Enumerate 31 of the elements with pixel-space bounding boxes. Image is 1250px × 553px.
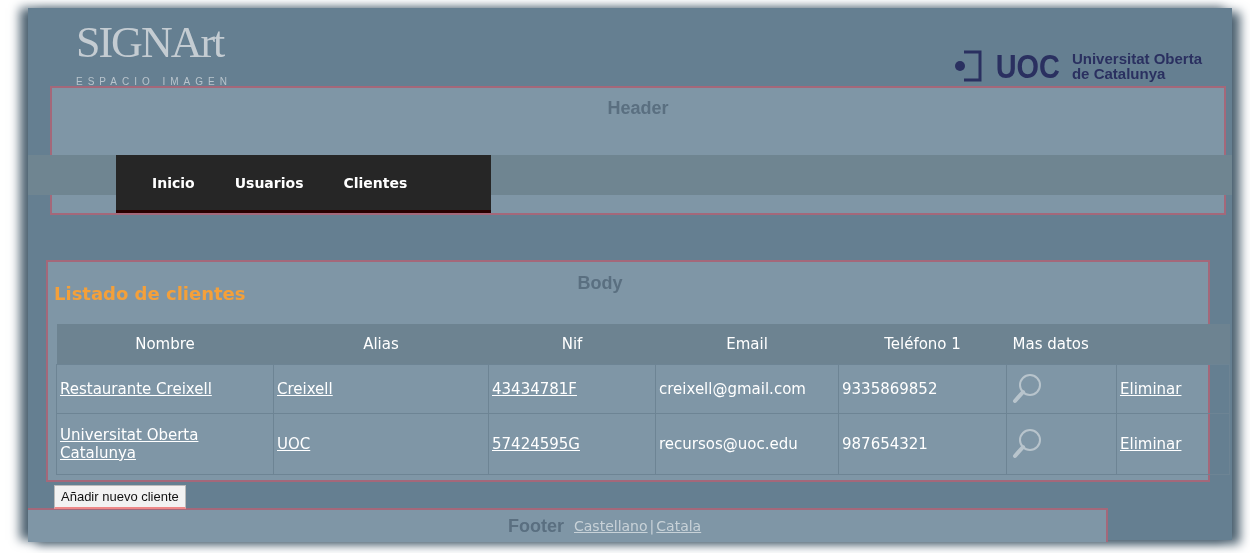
phone-text: 987654321 — [842, 434, 928, 453]
separator-text: | — [648, 518, 656, 534]
add-client-button[interactable]: Añadir nuevo cliente — [54, 485, 186, 509]
phone-text: 9335869852 — [842, 379, 938, 398]
column-header: Alias — [273, 324, 489, 364]
nav-link[interactable]: Usuarios — [234, 175, 304, 191]
nav-link[interactable]: Clientes — [343, 175, 408, 191]
page-title: Listado de clientes — [54, 282, 246, 304]
language-link[interactable]: Castellano — [574, 518, 648, 534]
column-header: Mas datos — [1006, 324, 1117, 364]
alias-link[interactable]: Creixell — [277, 379, 333, 398]
column-header: Nombre — [56, 324, 274, 364]
column-header: Teléfono 1 — [838, 324, 1007, 364]
search-icon[interactable] — [1010, 371, 1044, 406]
nif-link[interactable]: 43434781F — [492, 379, 577, 398]
email-text: recursos@uoc.edu — [659, 434, 798, 453]
column-header: Nif — [488, 324, 656, 364]
email-text: creixell@gmail.com — [659, 379, 806, 398]
nav-link[interactable]: Inicio — [152, 175, 195, 191]
logo-tagline: ESPACIO IMAGEN — [76, 76, 232, 87]
column-header: Email — [655, 324, 839, 364]
signart-logo: SIGNArt — [76, 18, 225, 68]
delete-link[interactable]: Eliminar — [1120, 434, 1182, 453]
logo-name: de Catalunya — [1071, 66, 1167, 81]
language-link[interactable]: Catala — [656, 518, 702, 534]
logo-name: Universitat Oberta — [1071, 51, 1202, 66]
square-dot-icon — [954, 49, 985, 83]
alias-link[interactable]: UOC — [277, 434, 311, 453]
uoc-logo: UOC — [996, 48, 1061, 84]
search-icon[interactable] — [1010, 426, 1044, 461]
nif-link[interactable]: 57424595G — [492, 434, 580, 453]
